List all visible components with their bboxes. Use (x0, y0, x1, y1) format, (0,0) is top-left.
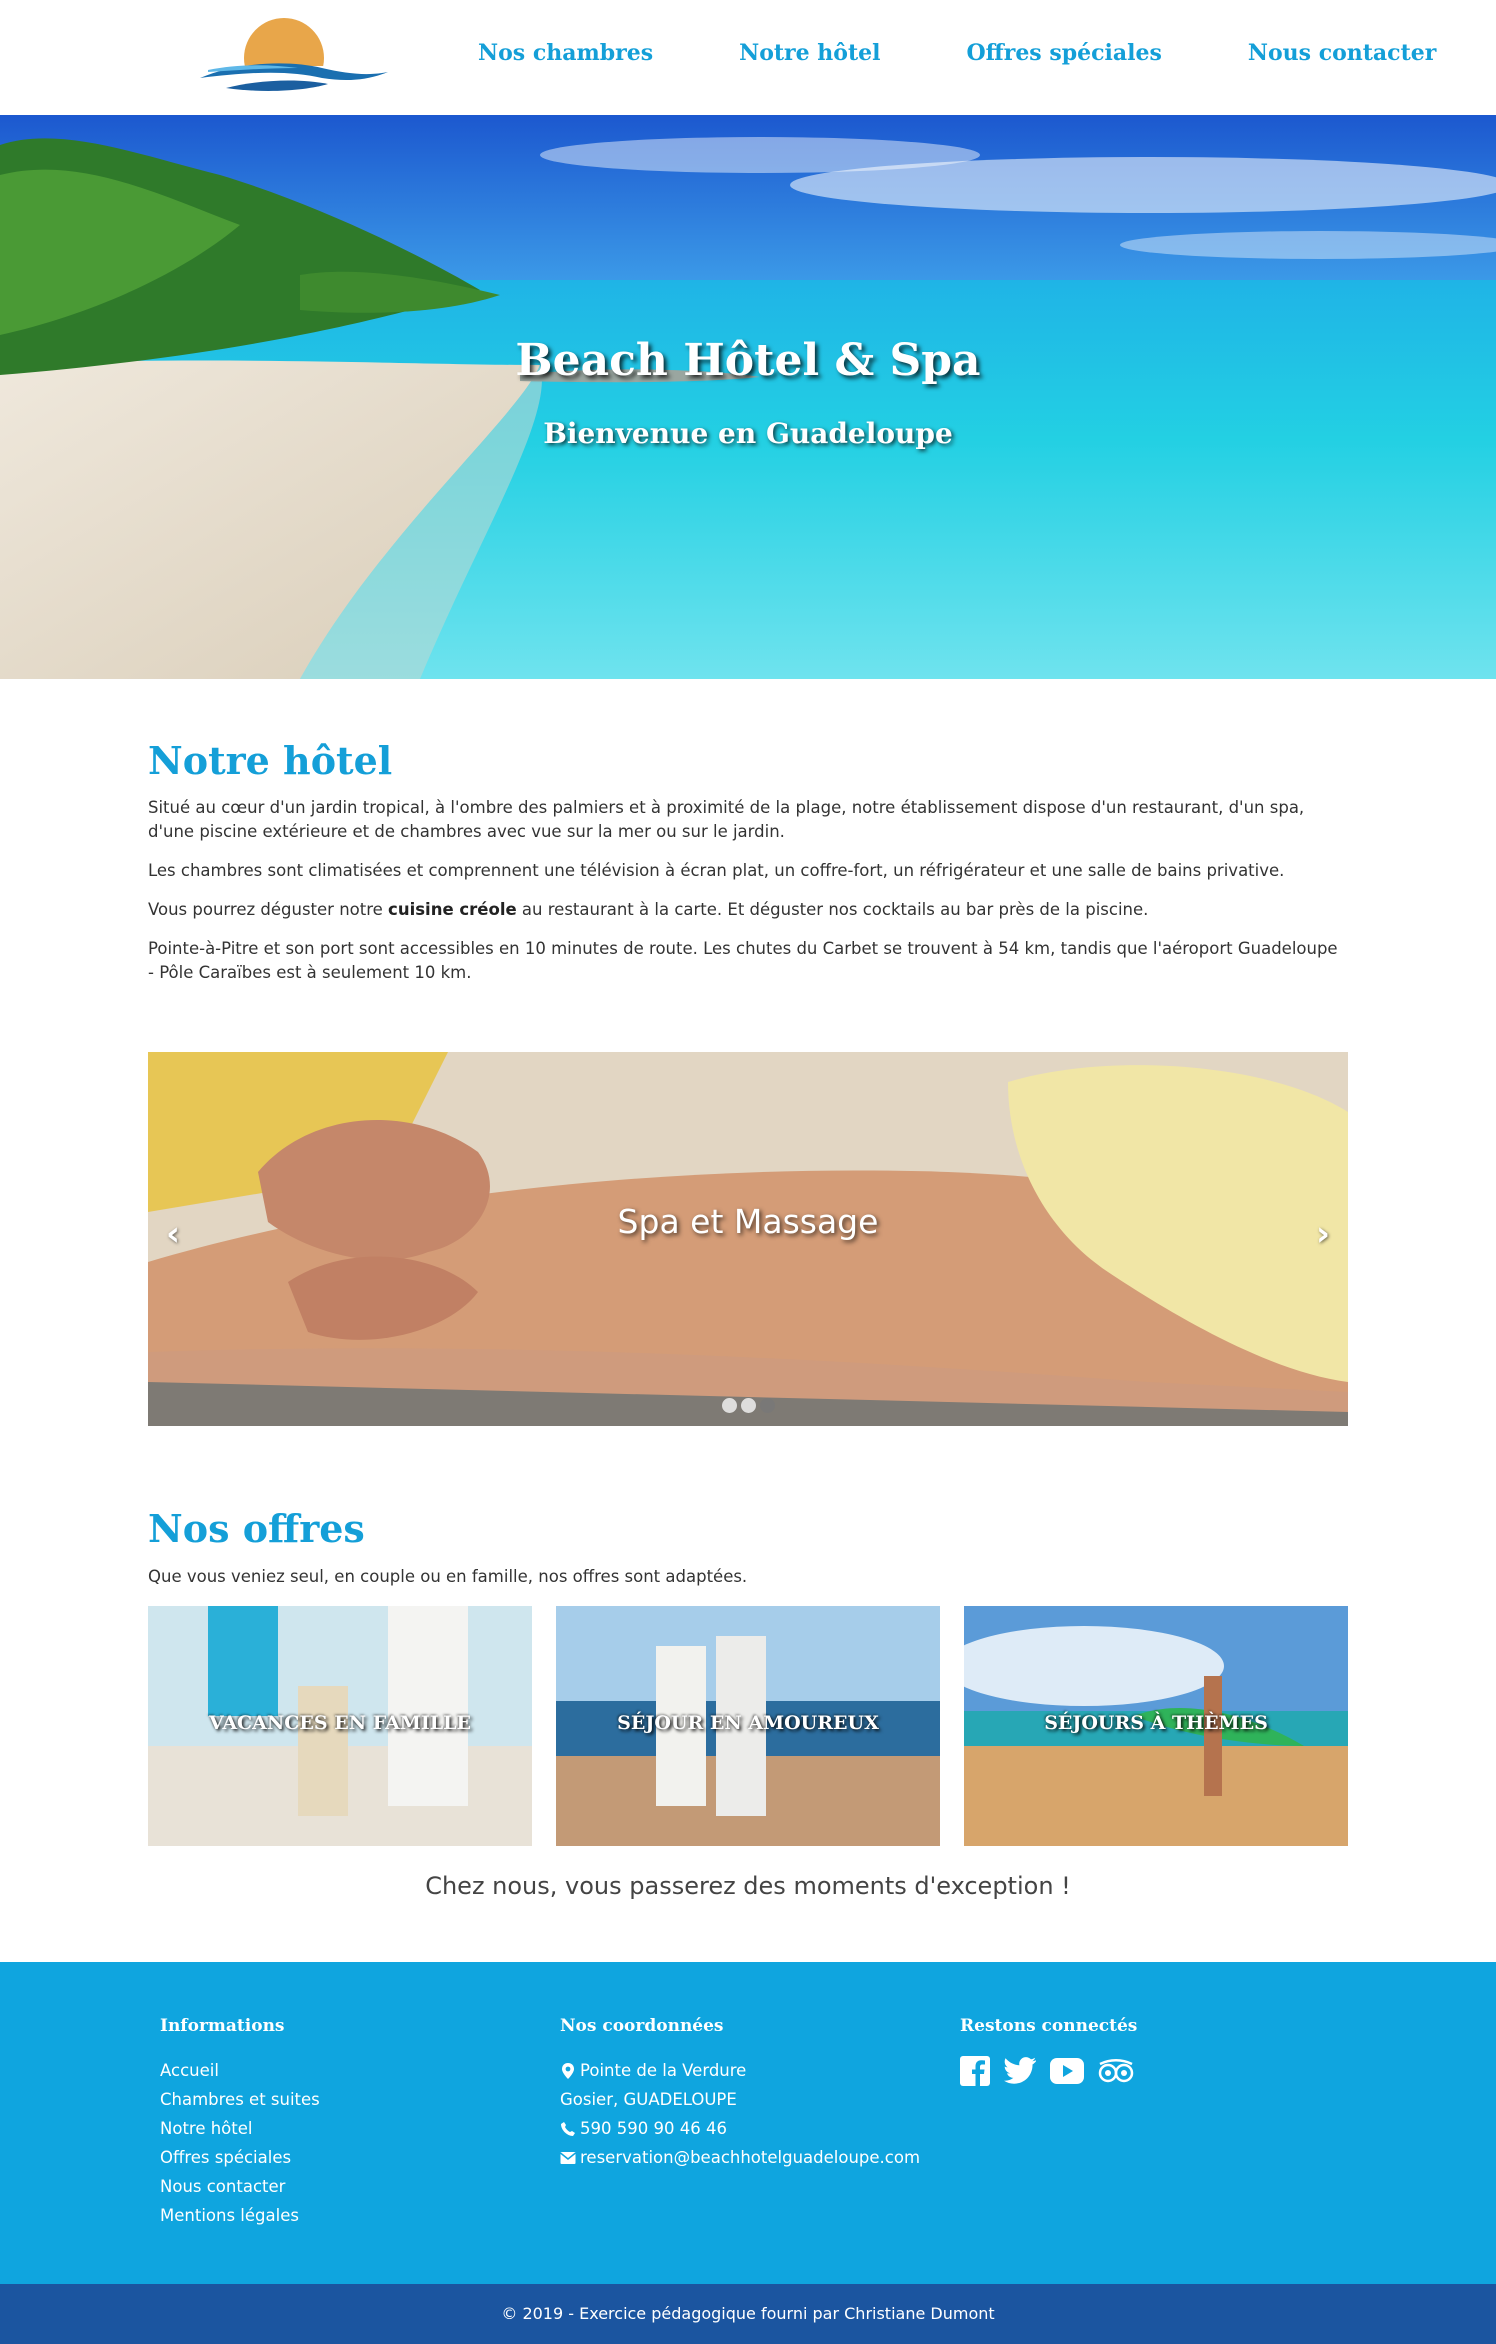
twitter-icon[interactable] (1004, 2057, 1036, 2089)
image-carousel[interactable]: Spa et Massage ‹ › (148, 1052, 1348, 1426)
offer-card-family[interactable]: VACANCES EN FAMILLE (148, 1606, 532, 1846)
offers-title: Nos offres (148, 1506, 365, 1551)
carousel-caption: Spa et Massage (617, 1202, 879, 1241)
footer-address-line-1: Pointe de la Verdure (560, 2056, 920, 2085)
offers-tagline: Chez nous, vous passerez des moments d'e… (425, 1872, 1071, 1900)
offer-card-couple[interactable]: SÉJOUR EN AMOUREUX (556, 1606, 940, 1846)
footer-social-column: Restons connectés (960, 2016, 1148, 2090)
carousel-indicator-1[interactable] (722, 1398, 737, 1413)
about-paragraph-3-start: Vous pourrez déguster notre (148, 900, 389, 919)
footer-email: reservation@beachhotelguadeloupe.com (560, 2143, 920, 2172)
phone-number[interactable]: 590 590 90 46 46 (580, 2114, 727, 2143)
footer-contact-column: Nos coordonnées Pointe de la Verdure Gos… (560, 2016, 920, 2172)
footer-phone: 590 590 90 46 46 (560, 2114, 920, 2143)
footer-contact-heading: Nos coordonnées (560, 2016, 724, 2036)
hero-banner: Beach Hôtel & Spa Bienvenue en Guadeloup… (0, 115, 1496, 679)
site-footer: Informations Accueil Chambres et suites … (0, 1962, 1496, 2284)
about-title: Notre hôtel (148, 738, 393, 783)
nav-nous-contacter[interactable]: Nous contacter (1248, 40, 1436, 66)
offers-intro: Que vous veniez seul, en couple ou en fa… (148, 1567, 748, 1586)
main-nav: Nos chambres Notre hôtel Offres spéciale… (478, 40, 1436, 66)
about-paragraph-1: Situé au cœur d'un jardin tropical, à l'… (148, 798, 1305, 841)
tripadvisor-icon[interactable] (1098, 2059, 1134, 2087)
footer-link-contact[interactable]: Nous contacter (160, 2172, 320, 2201)
about-paragraph-4: Pointe-à-Pitre et son port sont accessib… (148, 939, 1338, 982)
carousel-indicator-2[interactable] (741, 1398, 756, 1413)
footer-link-notre-hotel[interactable]: Notre hôtel (160, 2114, 320, 2143)
beach-image (0, 115, 1496, 679)
about-paragraph-3-end: au restaurant à la carte. Et déguster no… (516, 900, 1149, 919)
about-cuisine-highlight: cuisine créole (388, 900, 517, 919)
site-header: Nos chambres Notre hôtel Offres spéciale… (0, 0, 1496, 115)
footer-social-heading: Restons connectés (960, 2016, 1138, 2036)
footer-link-offres[interactable]: Offres spéciales (160, 2143, 320, 2172)
footer-info-column: Informations Accueil Chambres et suites … (160, 2016, 320, 2230)
chevron-right-icon[interactable]: › (1316, 1214, 1330, 1254)
map-marker-icon (562, 2062, 574, 2079)
social-links (960, 2056, 1148, 2090)
offer-card-themes[interactable]: SÉJOURS À THÈMES (964, 1606, 1348, 1846)
copyright-bar: © 2019 - Exercice pédagogique fourni par… (0, 2284, 1496, 2344)
about-text: Situé au cœur d'un jardin tropical, à l'… (148, 796, 1348, 1000)
phone-icon (561, 2121, 575, 2136)
footer-info-heading: Informations (160, 2016, 285, 2036)
nav-notre-hotel[interactable]: Notre hôtel (739, 40, 880, 66)
offer-label-themes: SÉJOURS À THÈMES (1044, 1712, 1268, 1734)
nav-offres-speciales[interactable]: Offres spéciales (967, 40, 1162, 66)
footer-link-accueil[interactable]: Accueil (160, 2056, 320, 2085)
email-address[interactable]: reservation@beachhotelguadeloupe.com (580, 2143, 920, 2172)
youtube-icon[interactable] (1050, 2058, 1084, 2088)
carousel-indicators (722, 1398, 779, 1413)
about-paragraph-3: Vous pourrez déguster notre cuisine créo… (148, 898, 1348, 922)
carousel-indicator-3[interactable] (760, 1398, 775, 1413)
hero-subtitle: Bienvenue en Guadeloupe (543, 417, 953, 450)
offer-label-couple: SÉJOUR EN AMOUREUX (617, 1712, 879, 1734)
footer-link-chambres[interactable]: Chambres et suites (160, 2085, 320, 2114)
facebook-icon[interactable] (960, 2056, 990, 2090)
footer-address-line-2: Gosier, GUADELOUPE (560, 2090, 737, 2109)
envelope-icon (560, 2151, 576, 2164)
address-street: Pointe de la Verdure (580, 2061, 747, 2080)
about-paragraph-2: Les chambres sont climatisées et compren… (148, 861, 1285, 880)
sun-over-waves-logo[interactable] (198, 14, 390, 94)
hero-title: Beach Hôtel & Spa (515, 335, 981, 386)
footer-link-mentions[interactable]: Mentions légales (160, 2201, 320, 2230)
nav-nos-chambres[interactable]: Nos chambres (478, 40, 653, 66)
chevron-left-icon[interactable]: ‹ (166, 1214, 180, 1254)
offer-label-family: VACANCES EN FAMILLE (209, 1712, 471, 1734)
